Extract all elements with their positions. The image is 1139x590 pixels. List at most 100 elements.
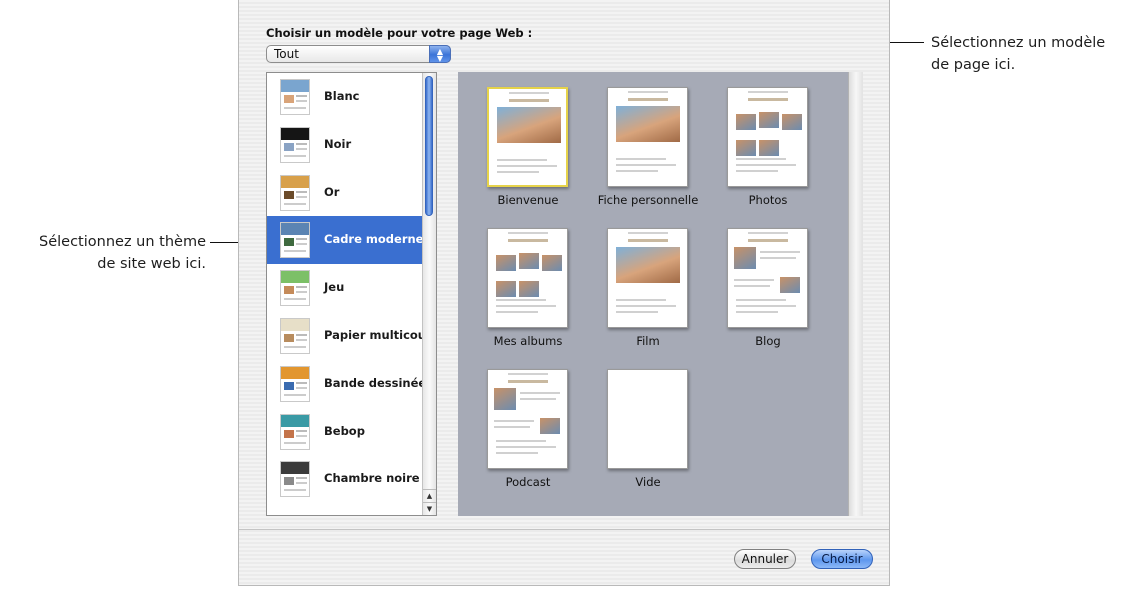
thumb-image — [284, 381, 294, 390]
thumb-line — [296, 291, 307, 294]
thumb-header — [281, 462, 309, 475]
thumb-line — [736, 158, 786, 160]
template-item[interactable]: Podcast — [473, 354, 583, 489]
theme-item[interactable]: Or — [267, 169, 423, 217]
thumb-line — [496, 452, 538, 454]
thumb-line — [284, 393, 306, 396]
scroll-down-arrow-icon[interactable]: ▼ — [423, 502, 436, 515]
thumb-line — [296, 190, 307, 193]
theme-list: Blanc Noir Or Cadre moderne Jeu Papier multic… — [267, 73, 436, 503]
theme-label: Or — [324, 184, 340, 199]
theme-label: Bande dessinée — [324, 375, 427, 390]
thumb-line — [736, 170, 778, 172]
thumb-image — [284, 238, 294, 247]
thumb-line — [296, 100, 307, 102]
template-grid-panel: Bienvenue Fiche personnelle Photos Mes albu… — [458, 72, 863, 516]
thumb-image — [284, 142, 294, 151]
thumb-line — [497, 165, 557, 167]
thumb-line — [616, 311, 658, 313]
thumb-header — [281, 223, 309, 236]
callout-template: Sélectionnez un modèle de page ici. — [931, 32, 1136, 76]
thumb-line — [736, 164, 796, 166]
theme-label: Cadre moderne — [324, 232, 424, 247]
thumb-line — [296, 95, 307, 97]
theme-item[interactable]: Noir — [267, 121, 423, 169]
thumb-line — [736, 311, 778, 313]
theme-item[interactable]: Jeu — [267, 264, 423, 312]
thumb-line — [496, 446, 556, 448]
theme-item[interactable]: Papier multicouche — [267, 312, 436, 360]
thumb-line — [734, 285, 770, 287]
thumb-line — [296, 477, 307, 480]
thumb-line — [496, 305, 556, 307]
thumb-line — [296, 147, 307, 150]
thumb-line — [734, 279, 774, 281]
template-thumbnail — [727, 87, 808, 187]
thumb-header — [281, 80, 309, 92]
scroll-up-arrow-icon[interactable]: ▲ — [423, 489, 436, 502]
theme-label: Jeu — [324, 280, 345, 295]
template-item[interactable]: Vide — [593, 354, 703, 489]
thumb-line — [296, 195, 307, 198]
thumb-nav — [508, 232, 548, 234]
theme-list-panel: Blanc Noir Or Cadre moderne Jeu Papier multic… — [266, 72, 437, 516]
thumb-line — [284, 154, 306, 157]
thumb-line — [284, 298, 306, 301]
thumb-photo — [540, 418, 560, 434]
template-item[interactable]: Film — [593, 213, 703, 348]
thumb-line — [296, 142, 307, 145]
thumb-line — [284, 202, 306, 205]
theme-list-scroll-thumb[interactable] — [425, 76, 433, 216]
cancel-button[interactable]: Annuler — [734, 549, 796, 569]
thumb-line — [284, 441, 306, 444]
thumb-photo — [496, 255, 516, 271]
thumb-photo — [736, 114, 756, 130]
thumb-title — [508, 380, 548, 383]
thumb-title — [628, 98, 668, 101]
choose-button[interactable]: Choisir — [811, 549, 873, 569]
thumb-line — [616, 158, 666, 160]
thumb-line — [296, 243, 307, 246]
thumb-line — [520, 398, 556, 400]
theme-thumbnail — [280, 270, 310, 307]
thumb-title — [748, 98, 788, 101]
thumb-nav — [748, 91, 788, 93]
template-item[interactable]: Photos — [713, 72, 823, 207]
theme-thumbnail — [280, 126, 310, 163]
template-item[interactable]: Blog — [713, 213, 823, 348]
theme-list-scrollbar[interactable]: ▲ ▼ — [422, 73, 436, 515]
thumb-image — [284, 333, 294, 342]
theme-item[interactable]: Cadre moderne — [267, 216, 424, 265]
template-label: Vide — [635, 475, 661, 489]
thumb-line — [284, 250, 306, 253]
template-item[interactable]: Fiche personnelle — [593, 72, 703, 207]
template-thumbnail — [487, 87, 568, 187]
thumb-image — [284, 477, 294, 486]
thumb-line — [616, 164, 676, 166]
theme-thumbnail — [280, 222, 310, 259]
thumb-title — [748, 239, 788, 242]
theme-item[interactable]: Bande dessinée — [267, 360, 427, 408]
template-item[interactable]: Bienvenue — [473, 72, 583, 207]
filter-popup[interactable]: Tout ▲ ▼ — [266, 45, 451, 63]
thumb-nav — [508, 373, 548, 375]
theme-thumbnail — [280, 174, 310, 211]
thumb-line — [494, 426, 530, 428]
theme-item[interactable]: Blanc — [267, 73, 423, 121]
theme-item[interactable]: Chambre noire — [267, 455, 423, 503]
thumb-photo — [519, 253, 539, 269]
template-item[interactable]: Mes albums — [473, 213, 583, 348]
thumb-line — [497, 171, 539, 173]
theme-label: Bebop — [324, 423, 365, 438]
thumb-line — [296, 434, 307, 437]
theme-thumbnail — [280, 461, 310, 498]
template-thumbnail — [607, 87, 688, 187]
template-label: Blog — [755, 334, 781, 348]
theme-thumbnail — [280, 317, 310, 354]
theme-item[interactable]: Bebop — [267, 408, 423, 456]
template-thumbnail — [487, 369, 568, 469]
template-grid-scrollbar[interactable] — [848, 72, 863, 516]
thumb-line — [284, 107, 306, 109]
thumb-line — [520, 392, 560, 394]
thumb-photo — [542, 255, 562, 271]
